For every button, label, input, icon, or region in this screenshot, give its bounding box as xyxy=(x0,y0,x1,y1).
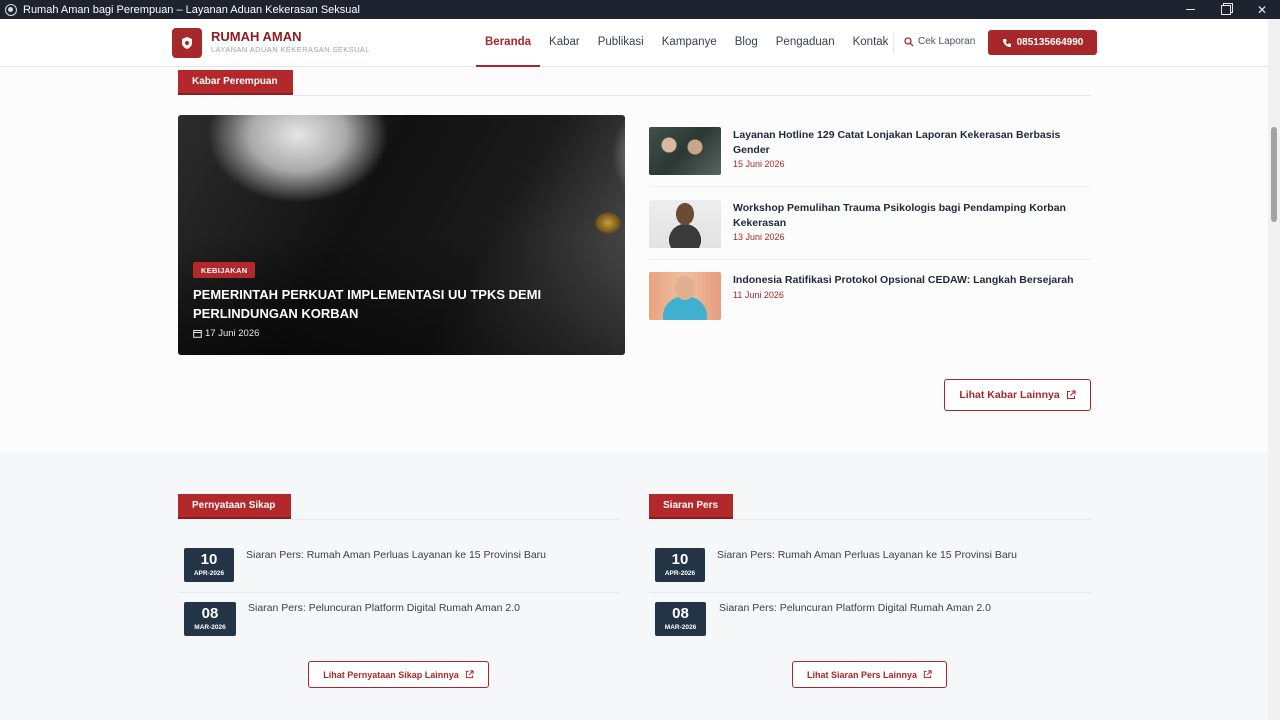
news-thumbnail[interactable] xyxy=(649,272,721,320)
cek-laporan-label: Cek Laporan xyxy=(918,36,976,47)
category-badge[interactable]: KEBIJAKAN xyxy=(193,262,256,278)
row-divider xyxy=(649,592,1091,593)
news-title[interactable]: Layanan Hotline 129 Catat Lonjakan Lapor… xyxy=(733,128,1089,158)
phone-icon xyxy=(1002,38,1011,47)
featured-news-date: 17 Juni 2026 xyxy=(193,328,259,339)
date-month: MAR-2026 xyxy=(194,624,226,631)
minimize-button[interactable] xyxy=(1172,0,1208,19)
page-scrollbar[interactable] xyxy=(1268,19,1280,720)
window-titlebar: Rumah Aman bagi Perempuan – Layanan Adua… xyxy=(0,0,1280,19)
shield-logo-icon[interactable] xyxy=(172,28,202,58)
publikasi-section xyxy=(0,452,1268,720)
hotline-button[interactable]: 085135664990 xyxy=(988,30,1097,55)
nav-item-blog[interactable]: Blog xyxy=(726,19,767,67)
featured-news-title[interactable]: PEMERINTAH PERKUAT IMPLEMENTASI UU TPKS … xyxy=(193,285,613,323)
nav-item-beranda[interactable]: Beranda xyxy=(476,19,541,67)
date-day: 08 xyxy=(672,605,689,622)
news-title[interactable]: Indonesia Ratifikasi Protokol Opsional C… xyxy=(733,273,1089,288)
scrollbar-thumb[interactable] xyxy=(1271,127,1277,222)
news-thumbnail[interactable] xyxy=(649,200,721,248)
search-icon xyxy=(904,36,914,46)
lihat-kabar-lainnya-label: Lihat Kabar Lainnya xyxy=(959,389,1060,401)
pernyataan-section-heading: Pernyataan Sikap xyxy=(178,494,291,519)
date-month: APR-2026 xyxy=(664,570,696,577)
news-date: 11 Juni 2026 xyxy=(733,290,784,300)
pernyataan-item-title[interactable]: Siaran Pers: Peluncuran Platform Digital… xyxy=(248,602,520,614)
nav-item-publikasi[interactable]: Publikasi xyxy=(589,19,653,67)
window-title: Rumah Aman bagi Perempuan – Layanan Adua… xyxy=(23,3,360,16)
main-nav: Beranda Kabar Publikasi Kampanye Blog Pe… xyxy=(476,19,897,67)
nav-item-kampanye[interactable]: Kampanye xyxy=(653,19,726,67)
date-badge: 08 MAR-2026 xyxy=(655,602,706,636)
browser-app-icon xyxy=(5,3,17,16)
restore-button[interactable] xyxy=(1208,0,1244,19)
siaran-item-title[interactable]: Siaran Pers: Peluncuran Platform Digital… xyxy=(719,602,991,614)
external-link-icon xyxy=(465,670,474,679)
external-link-icon xyxy=(923,670,932,679)
news-date: 15 Juni 2026 xyxy=(733,159,785,169)
pernyataan-item-title[interactable]: Siaran Pers: Rumah Aman Perluas Layanan … xyxy=(246,549,546,561)
brand-name[interactable]: RUMAH AMAN xyxy=(211,29,302,44)
date-day: 10 xyxy=(200,551,218,568)
pernyataan-heading-rule xyxy=(291,519,619,520)
date-month: MAR-2026 xyxy=(664,624,697,631)
nav-divider xyxy=(893,33,894,53)
news-title[interactable]: Workshop Pemulihan Trauma Psikologis bag… xyxy=(733,201,1089,231)
news-divider xyxy=(649,186,1091,187)
row-divider xyxy=(178,592,619,593)
kabar-section-heading: Kabar Perempuan xyxy=(178,70,293,95)
site-header: RUMAH AMAN LAYANAN ADUAN KEKERASAN SEKSU… xyxy=(0,19,1268,67)
nav-item-kontak[interactable]: Kontak xyxy=(844,19,898,67)
siaran-heading-rule xyxy=(733,519,1091,520)
siaran-item-title[interactable]: Siaran Pers: Rumah Aman Perluas Layanan … xyxy=(717,549,1017,561)
calendar-icon xyxy=(193,330,202,338)
news-item[interactable]: Workshop Pemulihan Trauma Psikologis bag… xyxy=(649,200,1091,260)
date-day: 10 xyxy=(671,551,689,568)
news-thumbnail[interactable] xyxy=(649,127,721,175)
news-divider xyxy=(649,259,1091,260)
nav-item-pengaduan[interactable]: Pengaduan xyxy=(767,19,844,67)
featured-news-date-text: 17 Juni 2026 xyxy=(205,328,260,339)
close-window-button[interactable]: ✕ xyxy=(1244,0,1280,19)
news-date: 13 Juni 2026 xyxy=(733,232,785,242)
siaran-section-heading: Siaran Pers xyxy=(649,494,733,519)
date-month: APR-2026 xyxy=(193,570,225,577)
date-badge: 10 APR-2026 xyxy=(655,548,705,582)
lihat-pernyataan-lainnya-label: Lihat Pernyataan Sikap Lainnya xyxy=(323,669,459,680)
lihat-siaran-lainnya-label: Lihat Siaran Pers Lainnya xyxy=(806,669,918,680)
news-item[interactable]: Layanan Hotline 129 Catat Lonjakan Lapor… xyxy=(649,127,1091,187)
featured-news-card[interactable]: KEBIJAKAN PEMERINTAH PERKUAT IMPLEMENTAS… xyxy=(178,115,625,355)
lihat-kabar-lainnya-button[interactable]: Lihat Kabar Lainnya xyxy=(944,379,1091,411)
date-badge: 08 MAR-2026 xyxy=(184,602,236,636)
lihat-pernyataan-lainnya-button[interactable]: Lihat Pernyataan Sikap Lainnya xyxy=(308,661,489,688)
date-day: 08 xyxy=(201,605,219,622)
external-link-icon xyxy=(1066,390,1076,400)
hotline-number: 085135664990 xyxy=(1016,37,1084,48)
kabar-heading-rule xyxy=(293,95,1091,96)
cek-laporan-link[interactable]: Cek Laporan xyxy=(904,36,975,47)
nav-item-kabar[interactable]: Kabar xyxy=(540,19,589,67)
date-badge: 10 APR-2026 xyxy=(184,548,234,582)
brand-tagline: LAYANAN ADUAN KEKERASAN SEKSUAL xyxy=(211,45,370,54)
news-item[interactable]: Indonesia Ratifikasi Protokol Opsional C… xyxy=(649,272,1091,332)
lihat-siaran-lainnya-button[interactable]: Lihat Siaran Pers Lainnya xyxy=(792,661,947,688)
